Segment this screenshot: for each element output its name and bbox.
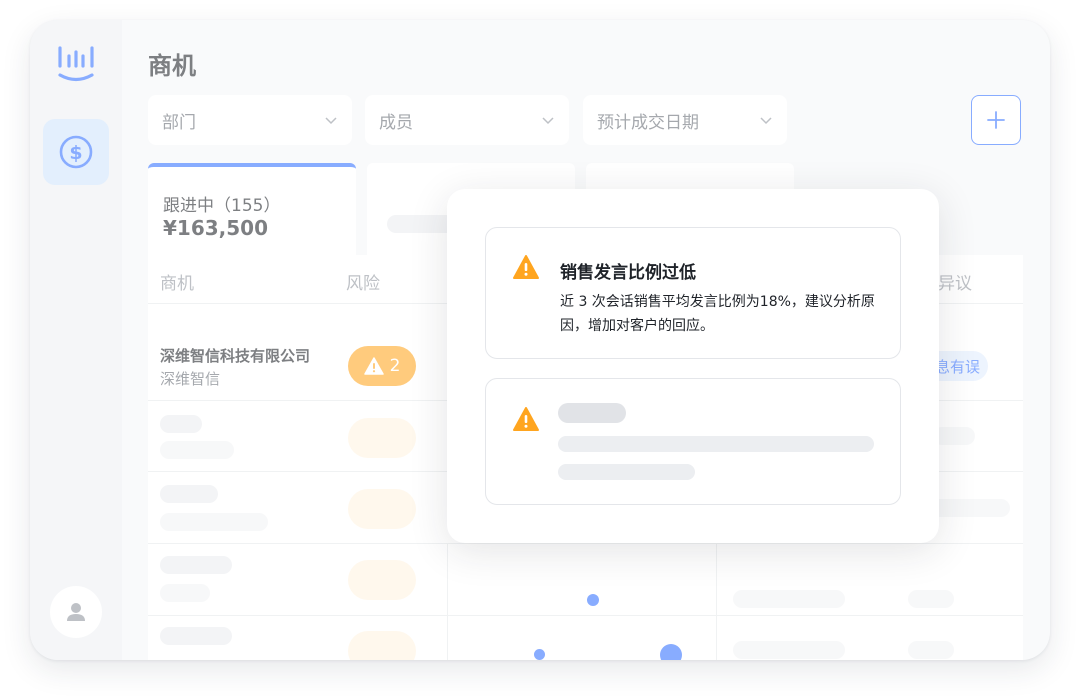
filter-label: 成员 <box>379 112 413 133</box>
divider <box>148 543 1023 544</box>
plus-icon <box>987 111 1005 129</box>
logo-icon <box>58 46 94 82</box>
nav-deals-button[interactable]: $ <box>43 119 109 185</box>
column-header-deal: 商机 <box>160 274 194 294</box>
skeleton-bar <box>558 403 626 423</box>
alert-title: 销售发言比例过低 <box>560 263 696 283</box>
stage-label: 跟进中（155） <box>163 196 281 216</box>
add-button[interactable] <box>971 95 1021 145</box>
skeleton-bar <box>160 627 232 645</box>
filter-member[interactable]: 成员 <box>365 95 569 145</box>
skeleton-bar <box>908 590 954 608</box>
app-window: $ 商机 部门 成员 预计成交日期 跟进中（155） ¥163,500 商机 风… <box>30 20 1050 660</box>
objection-tag-label: 息有误 <box>934 358 980 376</box>
chevron-down-icon <box>542 117 554 125</box>
warning-triangle-icon <box>513 255 539 279</box>
chart-dot <box>587 594 599 606</box>
company-name: 深维智信科技有限公司 <box>160 347 311 365</box>
column-header-objection: 异议 <box>938 274 972 294</box>
stage-amount: ¥163,500 <box>163 216 269 240</box>
svg-text:$: $ <box>69 142 82 164</box>
skeleton-bar <box>160 584 210 602</box>
skeleton-badge <box>348 560 416 600</box>
popover-arrow <box>433 358 448 382</box>
filter-label: 部门 <box>162 112 196 133</box>
divider <box>447 543 448 660</box>
user-avatar-button[interactable] <box>50 586 102 638</box>
stage-tab-following[interactable]: 跟进中（155） ¥163,500 <box>148 163 356 255</box>
filter-close-date[interactable]: 预计成交日期 <box>583 95 787 145</box>
company-short-name: 深维智信 <box>160 370 221 388</box>
skeleton-bar <box>160 441 234 459</box>
warning-triangle-icon <box>363 357 384 375</box>
chart-dot <box>660 644 682 660</box>
alert-description: 近 3 次会话销售平均发言比例为18%，建议分析原因，增加对客户的回应。 <box>560 294 875 334</box>
skeleton-bar <box>160 513 268 531</box>
filter-department[interactable]: 部门 <box>148 95 352 145</box>
risk-badge[interactable]: 2 <box>348 346 416 386</box>
sidebar: $ <box>30 20 122 660</box>
filter-label: 预计成交日期 <box>597 112 699 133</box>
skeleton-bar <box>733 641 845 659</box>
risk-popover: 销售发言比例过低 近 3 次会话销售平均发言比例为18%，建议分析原因，增加对客… <box>447 189 939 543</box>
skeleton-bar <box>908 641 954 659</box>
skeleton-bar <box>928 499 1010 517</box>
skeleton-bar <box>558 464 695 480</box>
chart-dot <box>534 649 545 660</box>
risk-alert-card[interactable]: 销售发言比例过低 近 3 次会话销售平均发言比例为18%，建议分析原因，增加对客… <box>485 227 901 359</box>
skeleton-bar <box>558 436 874 452</box>
skeleton-badge <box>348 489 416 529</box>
skeleton-bar <box>933 427 975 445</box>
skeleton-badge <box>348 631 416 660</box>
warning-triangle-icon <box>513 407 539 431</box>
page-title: 商机 <box>148 52 196 80</box>
user-icon <box>67 603 85 621</box>
skeleton-badge <box>348 418 416 458</box>
chevron-down-icon <box>760 117 772 125</box>
risk-alert-card-placeholder[interactable] <box>485 378 901 505</box>
skeleton-bar <box>160 556 232 574</box>
dollar-circle-icon: $ <box>59 135 93 169</box>
chevron-down-icon <box>325 117 337 125</box>
skeleton-bar <box>733 590 845 608</box>
column-header-risk: 风险 <box>346 274 380 294</box>
divider <box>148 615 1023 616</box>
skeleton-bar <box>160 415 202 433</box>
risk-count: 2 <box>389 356 401 376</box>
divider <box>716 543 717 660</box>
skeleton-bar <box>160 485 218 503</box>
